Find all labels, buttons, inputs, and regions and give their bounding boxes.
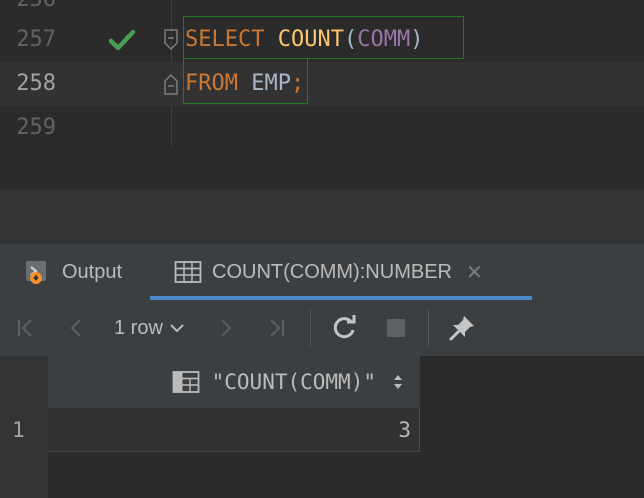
result-toolbar: 1 row [0, 300, 644, 356]
code-text: SELECT COUNT(COMM) [185, 27, 424, 52]
fold-start-icon[interactable] [163, 29, 179, 51]
line-number: 258 [16, 71, 56, 96]
row-count-label: 1 row [114, 316, 163, 339]
sort-icon[interactable] [392, 372, 404, 392]
stop-icon[interactable] [382, 300, 410, 356]
column-icon [172, 370, 200, 394]
code-text: FROM EMP; [185, 71, 305, 96]
column-header[interactable]: "COUNT(COMM)" [48, 356, 420, 408]
tab-label: COUNT(COMM):NUMBER [212, 260, 452, 283]
next-page-icon[interactable] [212, 300, 240, 356]
table-icon [174, 258, 202, 286]
panel-divider[interactable] [0, 190, 644, 244]
checkmark-icon[interactable] [108, 28, 136, 52]
output-console-icon [24, 258, 52, 286]
tab-output[interactable]: Output [24, 244, 122, 300]
line-number: 259 [16, 115, 56, 140]
refresh-icon[interactable] [328, 300, 360, 356]
result-grid[interactable]: "COUNT(COMM)" 1 3 [0, 356, 644, 498]
toolbar-separator [310, 310, 311, 346]
editor-line[interactable]: 259 [0, 106, 644, 146]
sql-editor[interactable]: 256 257 SELECT COUNT(COMM) 258 FROM EMP;… [0, 0, 644, 146]
row-number[interactable]: 1 [0, 408, 48, 452]
services-tab-bar: Output COUNT(COMM):NUMBER ✕ [0, 244, 644, 300]
first-page-icon[interactable] [12, 300, 40, 356]
editor-line[interactable]: 257 SELECT COUNT(COMM) [0, 18, 644, 62]
fold-end-icon[interactable] [163, 73, 179, 95]
tab-result-count-comm[interactable]: COUNT(COMM):NUMBER ✕ [174, 244, 483, 300]
chevron-down-icon [169, 322, 185, 334]
tab-label: Output [62, 260, 123, 283]
editor-empty-area [0, 146, 644, 190]
table-cell[interactable]: 3 [48, 408, 420, 452]
pin-icon[interactable] [446, 300, 478, 356]
editor-line-current[interactable]: 258 FROM EMP; [0, 62, 644, 106]
close-icon[interactable]: ✕ [466, 260, 483, 285]
last-page-icon[interactable] [262, 300, 290, 356]
previous-page-icon[interactable] [62, 300, 90, 356]
row-number-gutter [0, 452, 48, 498]
column-title: "COUNT(COMM)" [211, 370, 376, 394]
row-number-header[interactable] [0, 356, 48, 408]
row-count-dropdown[interactable]: 1 row [114, 300, 185, 356]
toolbar-separator [428, 310, 429, 346]
line-number: 257 [16, 27, 56, 52]
